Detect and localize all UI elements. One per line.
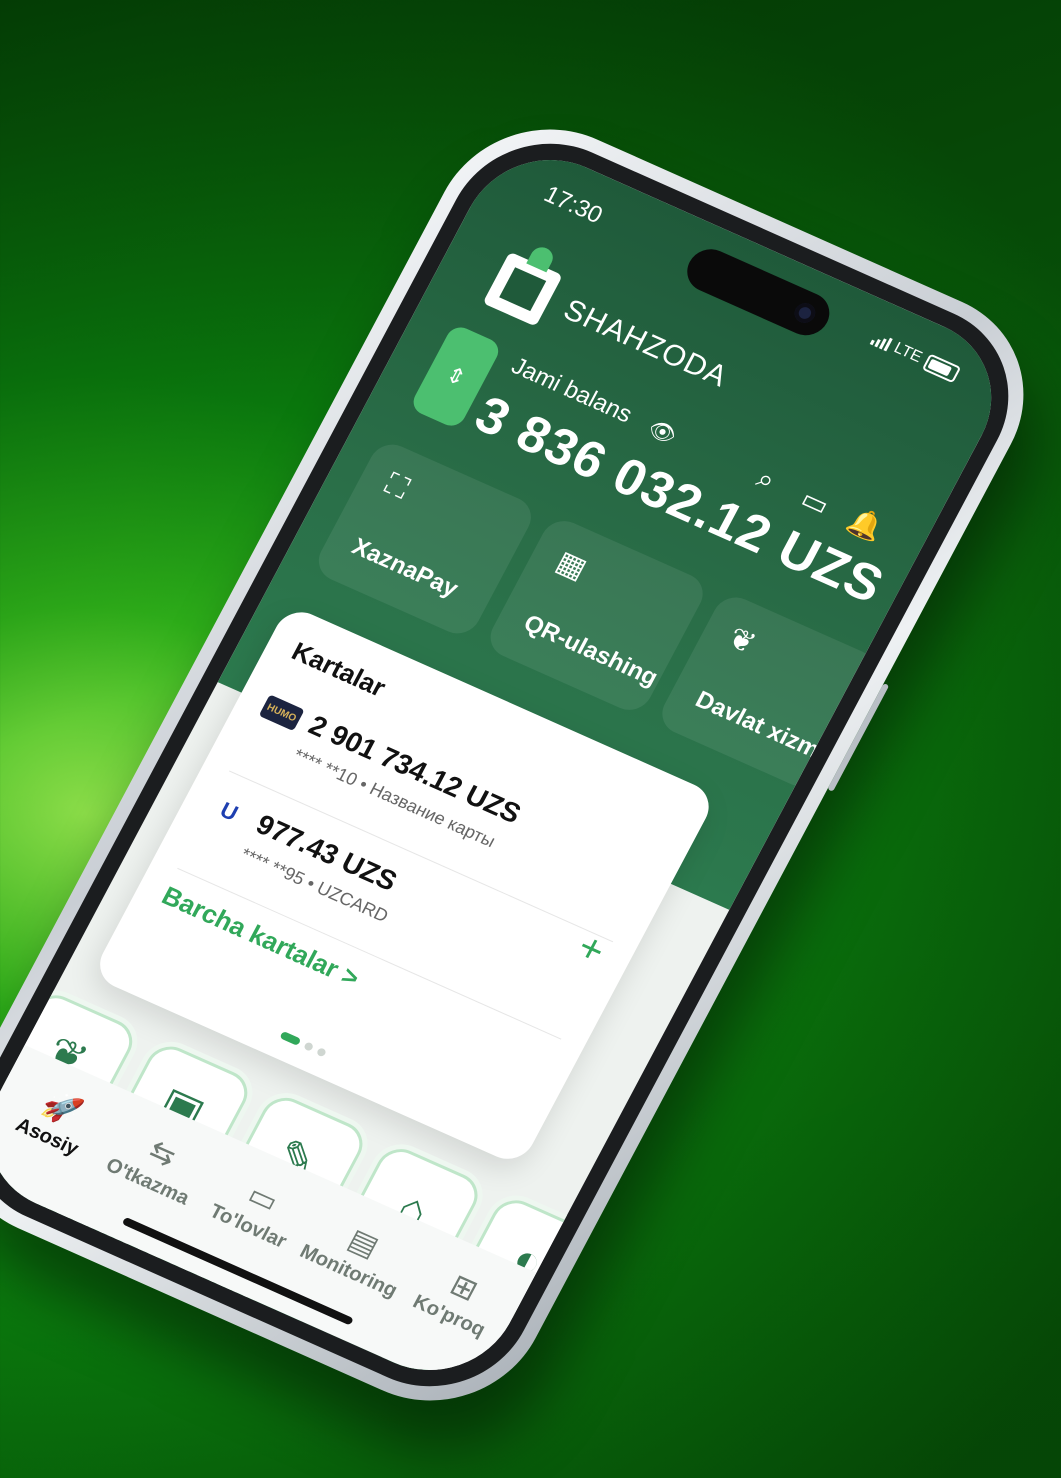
humo-logo: HUMO	[258, 694, 305, 732]
cards-title: Kartalar	[286, 635, 391, 703]
uzcard-logo: U	[205, 793, 252, 831]
quick-action-label: XaznaPay	[347, 533, 463, 603]
chevron-updown-icon: ⇕	[441, 361, 471, 391]
qr-icon: ▦	[550, 545, 593, 586]
scan-icon: ⛶	[379, 467, 415, 506]
tab-koproq[interactable]: ⊞ Ko'proq	[393, 1250, 522, 1349]
camera-icon	[791, 300, 819, 326]
pager-dots	[279, 1030, 327, 1058]
emblem-icon: ❦	[722, 621, 762, 661]
